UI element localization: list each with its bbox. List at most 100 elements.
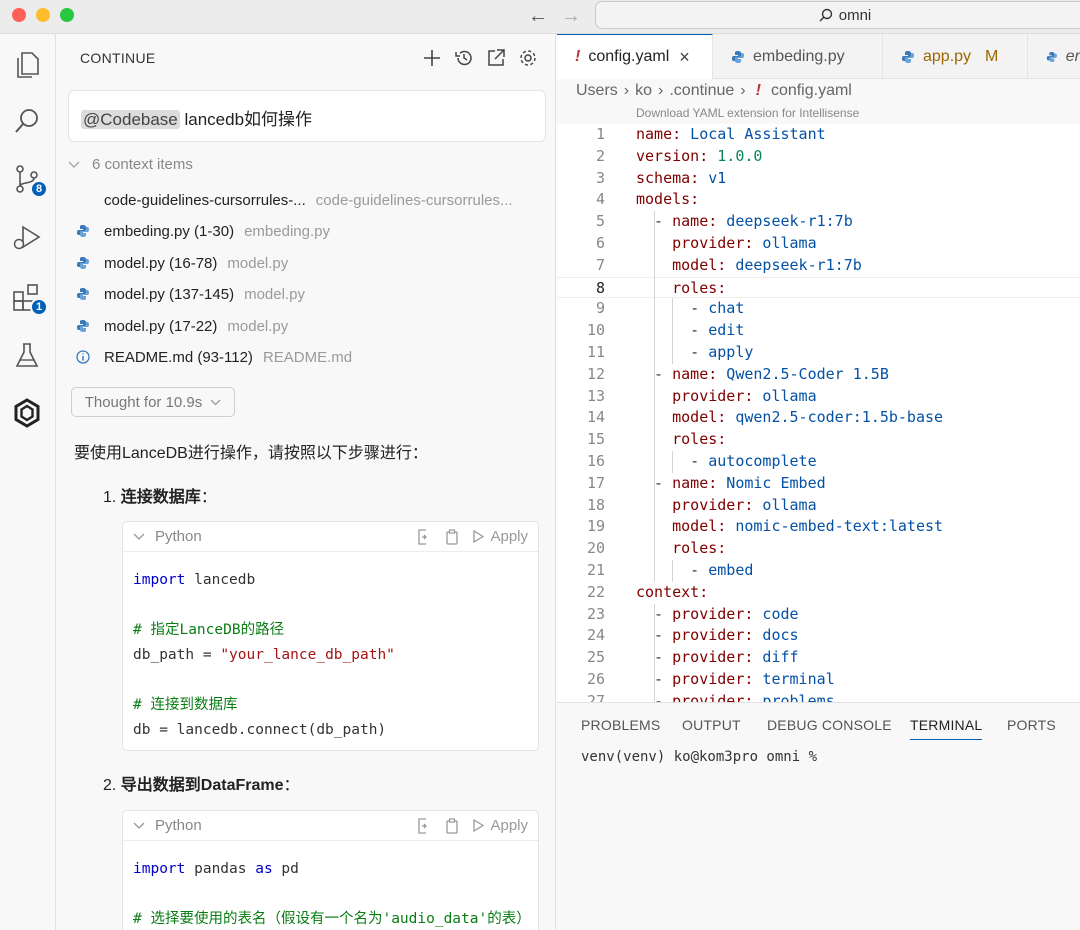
code-comment: # 连接到数据库	[133, 697, 238, 713]
testing-flask-icon[interactable]	[10, 338, 44, 372]
tab-embeding-py[interactable]: embeding.py	[713, 34, 883, 79]
tab-output[interactable]: OUTPUT	[682, 717, 741, 733]
editor-line[interactable]: 15 roles:	[557, 429, 1080, 451]
line-number: 24	[586, 626, 605, 645]
history-icon[interactable]	[452, 46, 476, 70]
bottom-panel: PROBLEMS OUTPUT DEBUG CONSOLE TERMINAL P…	[557, 702, 1080, 930]
editor-line[interactable]: 24 - provider: docs	[557, 625, 1080, 647]
editor-line[interactable]: 21 - embed	[557, 560, 1080, 582]
close-tab-icon[interactable]: ×	[679, 47, 690, 68]
editor-line[interactable]: 13 provider: ollama	[557, 386, 1080, 408]
tab-debug-console[interactable]: DEBUG CONSOLE	[767, 717, 892, 733]
editor-line[interactable]: 3 schema: v1	[557, 168, 1080, 190]
info-icon	[76, 350, 90, 364]
editor-line[interactable]: 20 roles:	[557, 538, 1080, 560]
context-items-toggle[interactable]: 6 context items	[68, 156, 193, 173]
breadcrumb-item[interactable]: .continue	[669, 82, 734, 100]
tab-problems[interactable]: PROBLEMS	[581, 717, 660, 733]
activity-bar: 8 1	[0, 34, 56, 930]
search-icon[interactable]	[10, 104, 44, 138]
editor-tabs: ! config.yaml × embeding.py app.py M er	[557, 34, 1080, 79]
editor-line[interactable]: 5 - name: deepseek-r1:7b	[557, 211, 1080, 233]
tab-overflow[interactable]: er	[1028, 34, 1080, 79]
thought-toggle-button[interactable]: Thought for 10.9s	[71, 387, 235, 417]
editor-line[interactable]: 23 - provider: code	[557, 604, 1080, 626]
editor-line[interactable]: 14 model: qwen2.5-coder:1.5b-base	[557, 407, 1080, 429]
code-block: Python Apply import pandas as pd # 选择要使用…	[122, 810, 539, 930]
yaml-key: context:	[636, 582, 709, 601]
editor-line[interactable]: 7 model: deepseek-r1:7b	[557, 255, 1080, 277]
close-window-button[interactable]	[12, 8, 26, 22]
thought-label: Thought for 10.9s	[84, 393, 203, 411]
tab-terminal[interactable]: TERMINAL	[910, 717, 983, 740]
editor-line[interactable]: 9 - chat	[557, 298, 1080, 320]
tab-config-yaml[interactable]: ! config.yaml ×	[557, 34, 713, 79]
line-number: 26	[586, 670, 605, 688]
breadcrumb-item[interactable]: ko	[635, 82, 652, 100]
code-editor[interactable]: 1 name: Local Assistant 2 version: 1.0.0 3 sc…	[557, 124, 1080, 702]
yaml-value: problems	[753, 691, 835, 702]
panel-title: CONTINUE	[80, 50, 156, 66]
context-item[interactable]: README.md (93-112) README.md	[76, 345, 352, 369]
terminal-prompt[interactable]: venv(venv) ko@kom3pro omni %	[581, 749, 817, 765]
editor-line[interactable]: 6 provider: ollama	[557, 233, 1080, 255]
settings-gear-icon[interactable]	[516, 46, 540, 70]
editor-line[interactable]: 25 - provider: diff	[557, 647, 1080, 669]
editor-line[interactable]: 26 - provider: terminal	[557, 669, 1080, 691]
apply-button[interactable]: Apply	[473, 528, 528, 545]
continue-logo-icon[interactable]	[10, 396, 44, 430]
editor-line[interactable]: 16 - autocomplete	[557, 451, 1080, 473]
minimize-window-button[interactable]	[36, 8, 50, 22]
breadcrumb-item[interactable]: Users	[576, 82, 618, 100]
breadcrumb-item[interactable]: config.yaml	[771, 82, 852, 100]
editor-line[interactable]: 1 name: Local Assistant	[557, 124, 1080, 146]
tab-app-py[interactable]: app.py M	[883, 34, 1028, 79]
context-item[interactable]: embeding.py (1-30) embeding.py	[76, 219, 330, 243]
extensions-icon[interactable]: 1	[10, 280, 48, 316]
yaml-value: ollama	[753, 234, 817, 252]
context-item[interactable]: model.py (17-22) model.py	[76, 314, 288, 338]
line-number: 11	[586, 343, 605, 361]
source-control-icon[interactable]: 8	[10, 162, 48, 198]
insert-at-cursor-icon[interactable]	[417, 528, 431, 545]
chevron-down-icon[interactable]	[133, 822, 145, 830]
play-icon	[473, 819, 485, 832]
editor-line[interactable]: 4 models:	[557, 189, 1080, 211]
line-number: 12	[586, 364, 605, 383]
editor-line[interactable]: 17 - name: Nomic Embed	[557, 473, 1080, 495]
editor-line[interactable]: 10 - edit	[557, 320, 1080, 342]
editor-line[interactable]: 18 provider: ollama	[557, 495, 1080, 517]
back-arrow-icon[interactable]: ←	[528, 5, 548, 28]
indent-guide	[671, 560, 673, 582]
new-session-plus-icon[interactable]	[420, 46, 444, 70]
editor-line[interactable]: 22 context:	[557, 582, 1080, 604]
copy-icon[interactable]	[445, 528, 459, 545]
insert-at-cursor-icon[interactable]	[417, 817, 431, 834]
editor-line[interactable]: 12 - name: Qwen2.5-Coder 1.5B	[557, 364, 1080, 386]
context-item[interactable]: model.py (137-145) model.py	[76, 282, 305, 306]
play-icon	[473, 530, 485, 543]
editor-line[interactable]: 27 - provider: problems	[557, 691, 1080, 702]
editor-line[interactable]: 19 model: nomic-embed-text:latest	[557, 516, 1080, 538]
chevron-right-icon: ›	[623, 82, 630, 99]
open-external-icon[interactable]	[484, 46, 508, 70]
prompt-input[interactable]: @Codebase lancedb如何操作	[68, 90, 546, 142]
context-item[interactable]: model.py (16-78) model.py	[76, 251, 288, 275]
apply-button[interactable]: Apply	[473, 817, 528, 834]
zoom-window-button[interactable]	[60, 8, 74, 22]
yaml-value: code	[753, 604, 799, 623]
forward-arrow-icon[interactable]: →	[561, 5, 581, 28]
chevron-down-icon[interactable]	[133, 533, 145, 541]
explorer-icon[interactable]	[10, 48, 44, 82]
tab-ports[interactable]: PORTS	[1007, 717, 1056, 733]
command-center-search[interactable]: omni	[595, 1, 1080, 29]
chevron-right-icon: ›	[658, 82, 664, 99]
editor-line[interactable]: 8 roles:	[557, 276, 1080, 299]
continue-panel: CONTINUE @Codebase lancedb如何操作 6 context…	[56, 34, 556, 930]
copy-icon[interactable]	[445, 817, 459, 834]
run-debug-icon[interactable]	[10, 220, 44, 254]
context-item[interactable]: code-guidelines-cursorrules-... code-gui…	[76, 188, 513, 212]
yaml-extension-hint[interactable]: Download YAML extension for Intellisense	[636, 106, 859, 120]
editor-line[interactable]: 2 version: 1.0.0	[557, 146, 1080, 168]
editor-line[interactable]: 11 - apply	[557, 342, 1080, 364]
